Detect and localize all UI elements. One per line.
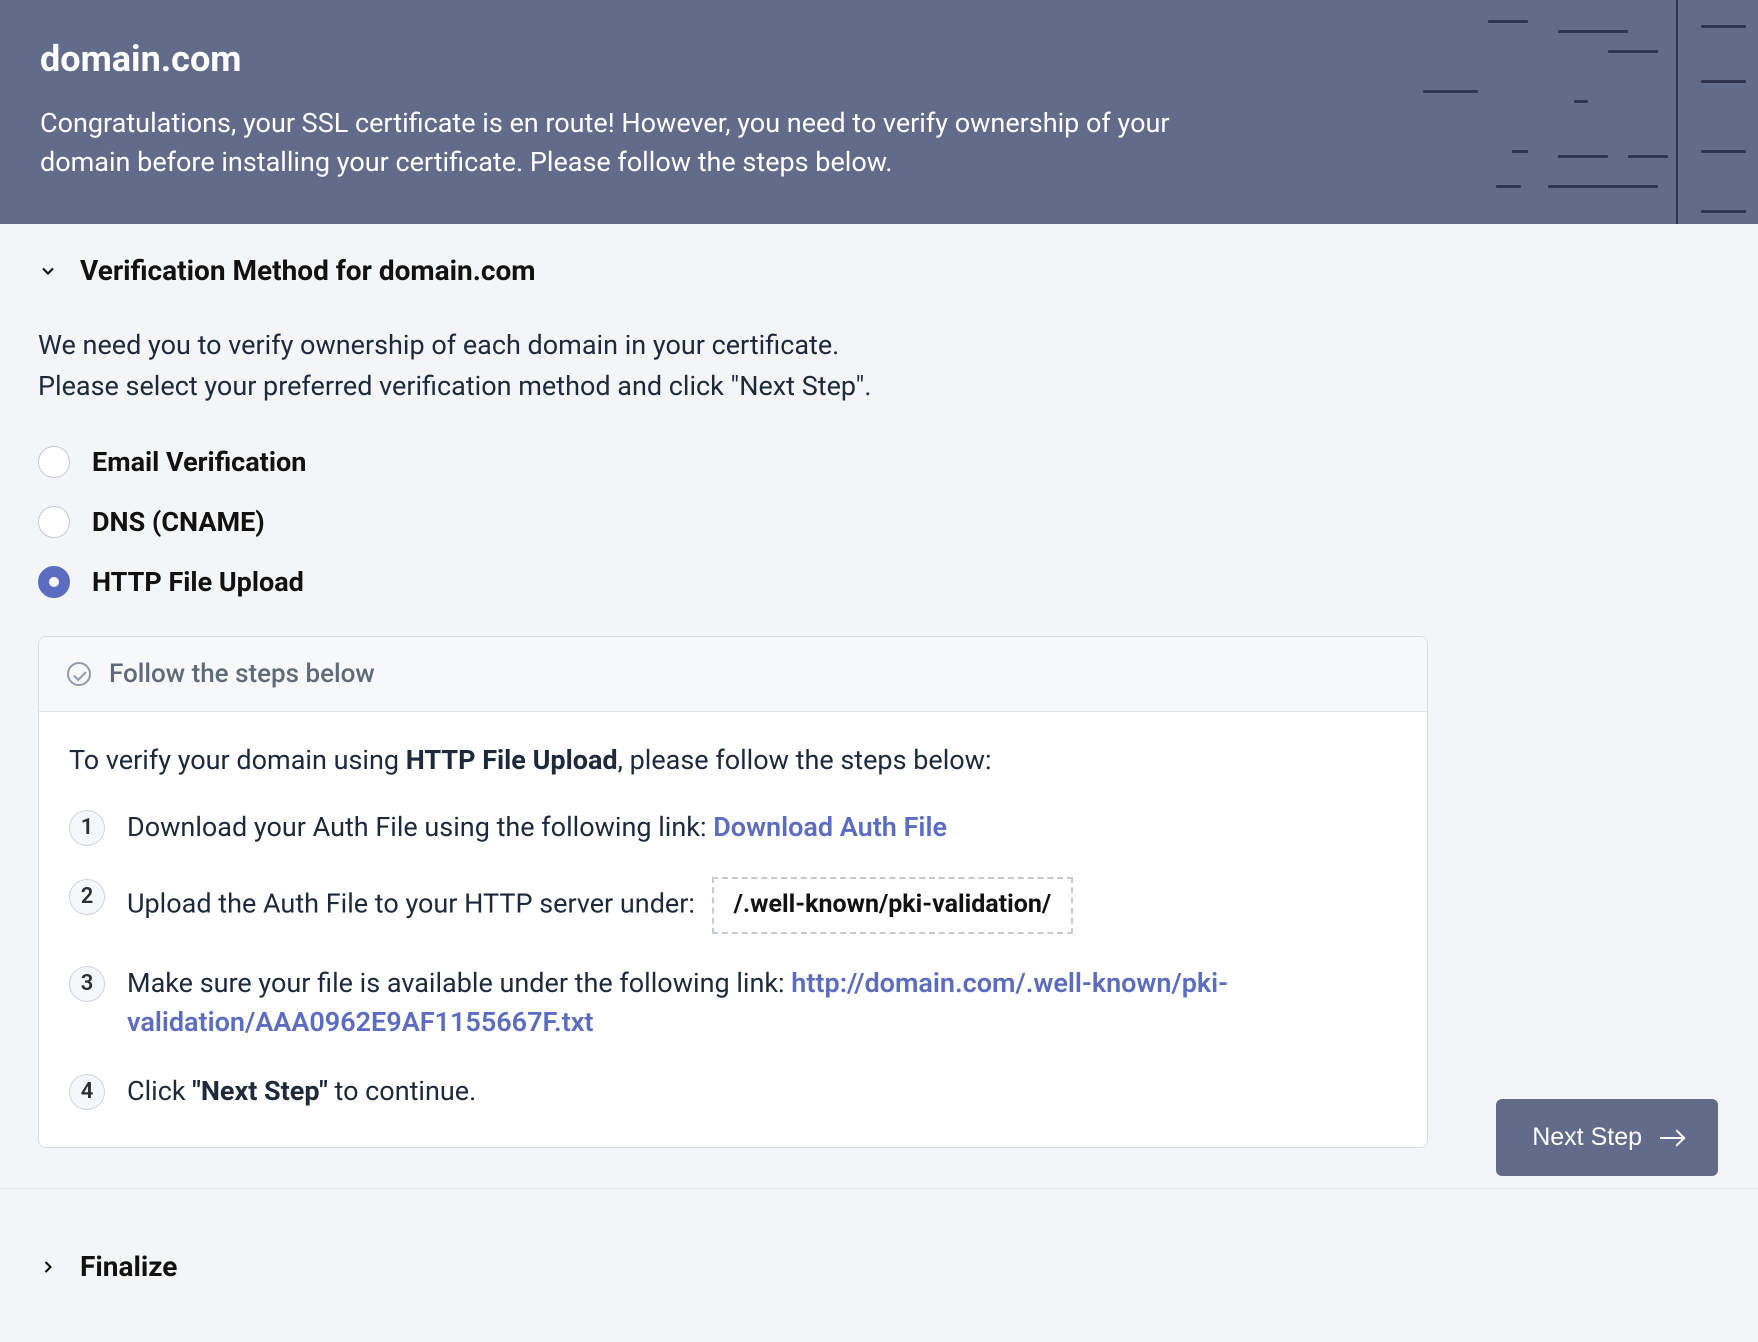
verification-method-list: Email Verification DNS (CNAME) HTTP File… <box>38 446 1720 598</box>
radio-icon <box>38 446 70 478</box>
verification-intro: We need you to verify ownership of each … <box>38 325 1720 406</box>
steps-intro: To verify your domain using HTTP File Up… <box>69 744 1397 776</box>
radio-email-verification[interactable]: Email Verification <box>38 446 1720 478</box>
radio-http-file-upload[interactable]: HTTP File Upload <box>38 566 1720 598</box>
steps-card-title: Follow the steps below <box>109 659 375 689</box>
next-step-label: Next Step <box>1532 1123 1642 1152</box>
steps-intro-bold: HTTP File Upload <box>406 744 618 776</box>
chevron-down-icon <box>38 261 58 281</box>
step-text: Download your Auth File using the follow… <box>127 808 1397 847</box>
step-number: 4 <box>69 1074 105 1110</box>
header-decoration <box>1378 0 1758 224</box>
steps-intro-suffix: , please follow the steps below: <box>618 744 992 776</box>
next-step-wrap: Next Step <box>0 1099 1758 1216</box>
radio-label: HTTP File Upload <box>92 566 304 598</box>
step-2: 2 Upload the Auth File to your HTTP serv… <box>69 877 1397 933</box>
radio-icon <box>38 506 70 538</box>
header-title: domain.com <box>40 38 1718 80</box>
header-description: Congratulations, your SSL certificate is… <box>40 104 1220 182</box>
steps-card: Follow the steps below To verify your do… <box>38 636 1428 1148</box>
step-text: Upload the Auth File to your HTTP server… <box>127 877 1397 933</box>
finalize-title: Finalize <box>80 1250 177 1283</box>
steps-body: To verify your domain using HTTP File Up… <box>39 712 1427 1147</box>
step-number: 2 <box>69 879 105 915</box>
finalize-section: Finalize <box>0 1216 1758 1317</box>
chevron-right-icon <box>38 1257 58 1277</box>
verification-intro-line1: We need you to verify ownership of each … <box>38 329 839 361</box>
step-1-text: Download your Auth File using the follow… <box>127 811 713 843</box>
radio-label: DNS (CNAME) <box>92 506 265 538</box>
step-1: 1 Download your Auth File using the foll… <box>69 808 1397 847</box>
radio-icon <box>38 566 70 598</box>
download-auth-file-link[interactable]: Download Auth File <box>713 811 947 843</box>
check-circle-icon <box>67 662 91 686</box>
step-number: 1 <box>69 810 105 846</box>
finalize-section-header[interactable]: Finalize <box>38 1250 1720 1283</box>
step-3: 3 Make sure your file is available under… <box>69 964 1397 1042</box>
step-4-suffix: to continue. <box>328 1075 476 1107</box>
step-4-prefix: Click <box>127 1075 192 1107</box>
step-number: 3 <box>69 966 105 1002</box>
arrow-right-icon <box>1660 1137 1682 1139</box>
page-header: domain.com Congratulations, your SSL cer… <box>0 0 1758 224</box>
step-2-text: Upload the Auth File to your HTTP server… <box>127 888 695 920</box>
step-text: Click "Next Step" to continue. <box>127 1072 1397 1111</box>
upload-path-box: /.well-known/pki-validation/ <box>712 877 1074 933</box>
verification-section: Verification Method for domain.com We ne… <box>0 224 1758 1189</box>
verification-intro-line2: Please select your preferred verificatio… <box>38 370 871 402</box>
step-4: 4 Click "Next Step" to continue. <box>69 1072 1397 1111</box>
step-3-text: Make sure your file is available under t… <box>127 967 791 999</box>
verification-section-header[interactable]: Verification Method for domain.com <box>38 254 1720 287</box>
step-4-bold: "Next Step" <box>192 1075 328 1107</box>
verification-section-title: Verification Method for domain.com <box>80 254 536 287</box>
radio-label: Email Verification <box>92 446 306 478</box>
steps-card-header: Follow the steps below <box>39 637 1427 712</box>
next-step-button[interactable]: Next Step <box>1496 1099 1718 1176</box>
step-list: 1 Download your Auth File using the foll… <box>69 808 1397 1111</box>
radio-dns-cname[interactable]: DNS (CNAME) <box>38 506 1720 538</box>
steps-intro-prefix: To verify your domain using <box>69 744 406 776</box>
step-text: Make sure your file is available under t… <box>127 964 1397 1042</box>
